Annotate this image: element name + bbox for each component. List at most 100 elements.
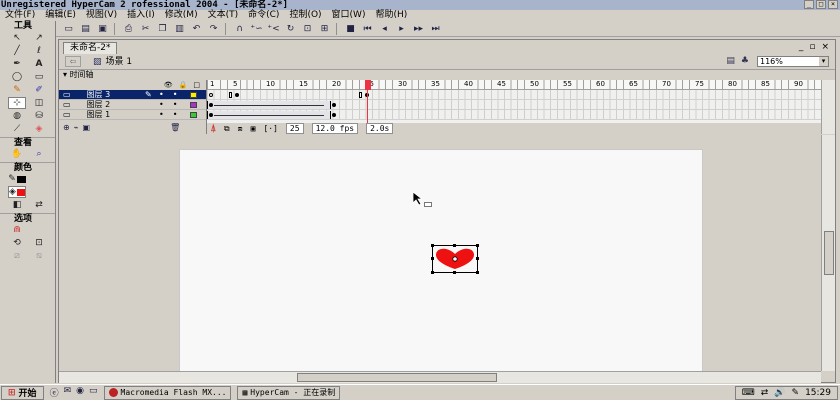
add-layer-icon[interactable]: ⊕ — [63, 122, 70, 134]
rewind-icon[interactable]: ⏮ — [359, 22, 376, 36]
scene-breadcrumb[interactable]: ▨ 场景 1 — [93, 56, 132, 68]
rotate-icon[interactable]: ↻ — [282, 22, 299, 36]
scroll-thumb[interactable] — [824, 231, 834, 275]
text-tool-icon[interactable]: A — [30, 58, 48, 70]
zoom-tool-icon[interactable]: ⌕ — [30, 148, 48, 160]
menu-file[interactable]: 文件(F) — [0, 10, 40, 21]
taskbar-item-flash[interactable]: Macromedia Flash MX... — [103, 385, 232, 400]
ink-bottle-tool-icon[interactable]: ◍ — [8, 110, 26, 122]
doc-restore-icon[interactable]: ▫ — [809, 42, 815, 52]
open-icon[interactable]: ▤ — [77, 22, 94, 36]
menu-control[interactable]: 控制(O) — [284, 10, 326, 21]
eye-icon[interactable]: 👁 — [164, 80, 173, 90]
add-guide-icon[interactable]: ⌁ — [74, 122, 79, 134]
arrow-tool-icon[interactable]: ↖ — [8, 32, 26, 44]
center-frame-icon[interactable]: ⍋ — [211, 124, 216, 133]
rotate-option-icon[interactable]: ⟲ — [8, 237, 26, 249]
back-arrow-icon[interactable]: ⇦ — [65, 56, 81, 67]
keyboard-icon[interactable]: ⌨ — [742, 388, 755, 398]
email-icon[interactable]: ✉ — [64, 386, 72, 399]
fill-color-icon[interactable]: ◈ — [8, 186, 26, 198]
subselect-tool-icon[interactable]: ↗ — [30, 32, 48, 44]
straighten-icon[interactable]: ⁺< — [265, 22, 282, 36]
save-icon[interactable]: ▣ — [94, 22, 111, 36]
taskbar-item-hypercam[interactable]: ▦ HyperCam - 正在录制 — [237, 385, 341, 400]
onion-outline-icon[interactable]: ⧈ — [238, 124, 243, 134]
pen-tool-icon[interactable]: ✒ — [8, 58, 26, 70]
stop-icon[interactable]: ■ — [342, 22, 359, 36]
line-tool-icon[interactable]: ╱ — [8, 45, 26, 57]
redo-icon[interactable]: ↷ — [205, 22, 222, 36]
frame-row[interactable] — [207, 100, 821, 110]
layer-row[interactable]: ▭ 图层 2 • • — [59, 100, 206, 110]
stage-canvas[interactable] — [179, 149, 703, 371]
envelope-option-icon[interactable]: ⧅ — [30, 250, 48, 262]
edit-multiple-icon[interactable]: ▣ — [251, 124, 256, 133]
fast-forward-icon[interactable]: ⏭ — [427, 22, 444, 36]
ime-icon[interactable]: ✎ — [792, 388, 800, 398]
onion-markers-icon[interactable]: [·] — [263, 124, 277, 133]
ie-icon[interactable]: ⓔ — [50, 386, 59, 399]
default-colors-icon[interactable]: ◧ — [8, 199, 26, 211]
desktop-icon[interactable]: ▭ — [89, 386, 98, 399]
stage-horizontal-scrollbar[interactable] — [59, 371, 821, 383]
onion-skin-icon[interactable]: ⧉ — [224, 124, 230, 134]
layer-row[interactable]: ▭ 图层 1 • • — [59, 110, 206, 120]
eraser-tool-icon[interactable]: ◈ — [30, 123, 48, 135]
start-button[interactable]: ⊞ 开始 — [1, 385, 44, 400]
lock-icon[interactable]: 🔒 — [179, 80, 188, 90]
document-tab[interactable]: 未命名-2* — [63, 42, 118, 54]
menu-text[interactable]: 文本(T) — [203, 10, 244, 21]
brush-tool-icon[interactable]: ✐ — [30, 84, 48, 96]
menu-insert[interactable]: 插入(I) — [122, 10, 160, 21]
menu-help[interactable]: 帮助(H) — [370, 10, 412, 21]
magnet-icon[interactable]: ⋒ — [8, 224, 26, 236]
timeline-header[interactable]: ▾ 时间轴 — [59, 70, 835, 80]
menu-edit[interactable]: 编辑(E) — [40, 10, 81, 21]
eyedropper-tool-icon[interactable]: ⟋ — [8, 123, 26, 135]
menu-window[interactable]: 窗口(W) — [327, 10, 371, 21]
outline-icon[interactable]: □ — [193, 80, 200, 90]
play-icon[interactable]: ▸ — [393, 22, 410, 36]
menu-view[interactable]: 视图(V) — [81, 10, 122, 21]
paste-icon[interactable]: ▥ — [171, 22, 188, 36]
step-forward-icon[interactable]: ▸▸ — [410, 22, 427, 36]
doc-close-icon[interactable]: × — [821, 42, 829, 52]
step-back-icon[interactable]: ◂ — [376, 22, 393, 36]
frame-row[interactable] — [207, 90, 821, 100]
paint-bucket-tool-icon[interactable]: ⛁ — [30, 110, 48, 122]
scroll-thumb[interactable] — [297, 373, 497, 382]
scale-option-icon[interactable]: ⊡ — [30, 237, 48, 249]
print-icon[interactable]: ⎙ — [120, 22, 137, 36]
add-folder-icon[interactable]: ▣ — [83, 122, 91, 134]
zoom-select[interactable]: 116% ▾ — [757, 56, 829, 67]
scale-icon[interactable]: ⊡ — [299, 22, 316, 36]
layer-color-swatch[interactable] — [190, 112, 197, 118]
volume-icon[interactable]: 🔊 — [774, 388, 785, 398]
stage-vertical-scrollbar[interactable] — [821, 135, 835, 371]
media-icon[interactable]: ◉ — [76, 386, 84, 399]
snap-icon[interactable]: ∩ — [231, 22, 248, 36]
maximize-button[interactable]: □ — [816, 0, 826, 9]
oval-tool-icon[interactable]: ◯ — [8, 71, 26, 83]
hand-tool-icon[interactable]: ✋ — [8, 148, 26, 160]
undo-icon[interactable]: ↶ — [188, 22, 205, 36]
heart-shape[interactable] — [435, 248, 475, 270]
edit-scene-icon[interactable]: ▤ — [726, 56, 735, 66]
close-button[interactable]: × — [828, 0, 838, 9]
fill-transform-tool-icon[interactable]: ◫ — [30, 97, 48, 109]
frame-row[interactable] — [207, 110, 821, 120]
menu-commands[interactable]: 命令(C) — [243, 10, 284, 21]
swap-colors-icon[interactable]: ⇄ — [30, 199, 48, 211]
layer-row[interactable]: ▭ 图层 3 ✎ • • — [59, 90, 206, 100]
playhead[interactable] — [365, 80, 371, 90]
align-icon[interactable]: ⊞ — [316, 22, 333, 36]
menu-modify[interactable]: 修改(M) — [160, 10, 203, 21]
delete-layer-icon[interactable]: 🗑 — [170, 122, 180, 134]
rectangle-tool-icon[interactable]: ▭ — [30, 71, 48, 83]
lasso-tool-icon[interactable]: ℓ — [30, 45, 48, 57]
network-icon[interactable]: ⇄ — [761, 388, 769, 398]
doc-minimize-icon[interactable]: _ — [799, 42, 804, 52]
frame-ruler[interactable]: 1 5 10 15 20 25 30 35 40 45 50 55 60 65 … — [207, 80, 821, 90]
timeline-scrollbar[interactable] — [821, 80, 835, 134]
